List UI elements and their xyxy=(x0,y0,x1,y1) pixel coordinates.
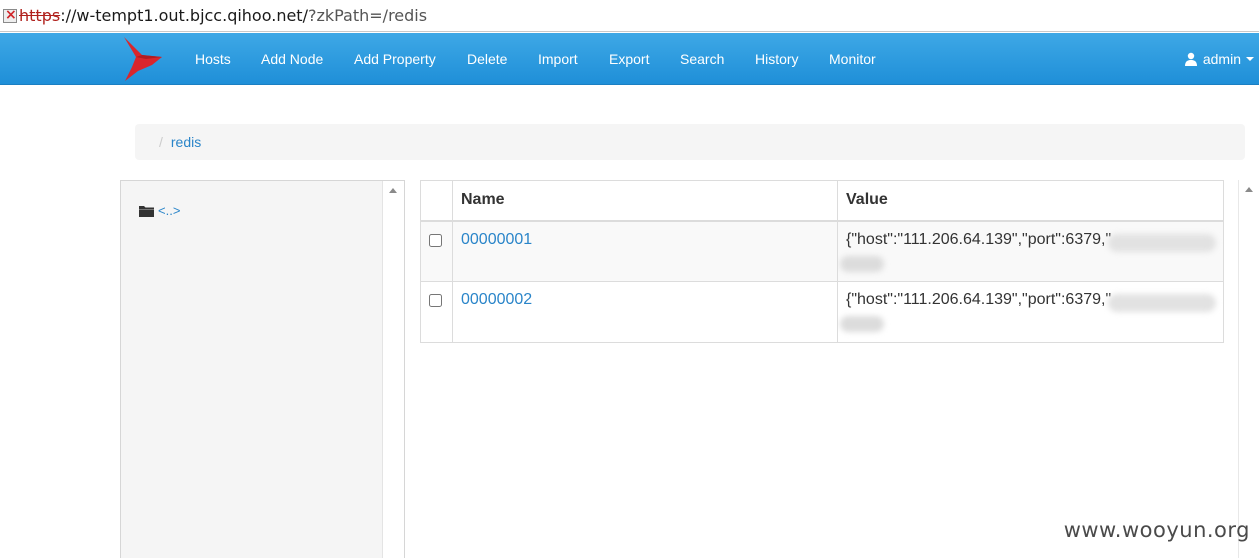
header-value: Value xyxy=(837,180,1224,222)
name-cell: 00000002 xyxy=(452,281,838,343)
nav-search[interactable]: Search xyxy=(680,33,724,85)
page: × https://w-tempt1.out.bjcc.qihoo.net/?z… xyxy=(0,0,1259,558)
url-query: ?zkPath=/redis xyxy=(307,6,428,25)
tree-item-label: <..> xyxy=(158,203,181,218)
bird-logo-icon[interactable] xyxy=(122,35,168,83)
nav-export[interactable]: Export xyxy=(609,33,649,85)
row-select-cell xyxy=(420,220,453,282)
node-value: {"host":"111.206.64.139","port":6379," xyxy=(846,291,1112,308)
tree-item-parent[interactable]: <..> xyxy=(139,203,180,218)
certificate-error-icon[interactable]: × xyxy=(3,7,17,23)
nav-hosts[interactable]: Hosts xyxy=(195,33,231,85)
node-value: {"host":"111.206.64.139","port":6379," xyxy=(846,230,1112,248)
row-select-cell xyxy=(420,281,453,343)
tree-scrollbar[interactable] xyxy=(382,181,404,558)
nav-add-node[interactable]: Add Node xyxy=(261,33,323,85)
user-name: admin xyxy=(1202,51,1241,67)
user-icon xyxy=(1184,52,1197,66)
node-name-link[interactable]: 00000001 xyxy=(461,231,532,248)
value-cell: {"host":"111.206.64.139","port":6379," xyxy=(837,281,1224,343)
nav-import[interactable]: Import xyxy=(538,33,578,85)
redacted-region xyxy=(1108,233,1216,252)
nav-monitor[interactable]: Monitor xyxy=(829,33,876,85)
header-name: Name xyxy=(452,180,838,222)
node-tree-panel: <..> xyxy=(120,180,405,558)
browser-address-bar[interactable]: × https://w-tempt1.out.bjcc.qihoo.net/?z… xyxy=(0,0,1259,32)
table-header-row: Name Value xyxy=(420,180,1224,222)
table-row: 00000002 {"host":"111.206.64.139","port"… xyxy=(420,281,1224,343)
folder-icon xyxy=(139,205,154,217)
nav-delete[interactable]: Delete xyxy=(467,33,507,85)
breadcrumb: / redis xyxy=(135,124,1245,160)
url-host: ://w-tempt1.out.bjcc.qihoo.net/ xyxy=(60,6,308,25)
watermark: www.wooyun.org xyxy=(1063,518,1250,542)
redacted-region xyxy=(840,255,884,272)
top-navbar: Hosts Add Node Add Property Delete Impor… xyxy=(0,33,1259,85)
user-menu[interactable]: admin xyxy=(1184,33,1254,85)
nav-history[interactable]: History xyxy=(755,33,799,85)
properties-table: Name Value 00000001 {"host":"111.206.64.… xyxy=(420,180,1224,343)
page-scrollbar[interactable] xyxy=(1238,180,1259,558)
breadcrumb-item-redis[interactable]: redis xyxy=(171,134,201,150)
nav-add-property[interactable]: Add Property xyxy=(354,33,436,85)
scroll-up-arrow-icon[interactable] xyxy=(1245,187,1253,192)
header-select xyxy=(420,180,453,222)
breadcrumb-separator: / xyxy=(159,134,163,150)
value-cell: {"host":"111.206.64.139","port":6379," xyxy=(837,220,1224,282)
url-text[interactable]: https://w-tempt1.out.bjcc.qihoo.net/?zkP… xyxy=(19,6,427,25)
url-scheme: https xyxy=(19,6,61,25)
row-checkbox[interactable] xyxy=(429,294,442,307)
redacted-region xyxy=(1108,294,1216,312)
node-name-link[interactable]: 00000002 xyxy=(461,291,532,308)
caret-down-icon xyxy=(1246,57,1254,61)
row-checkbox[interactable] xyxy=(429,233,442,247)
redacted-region xyxy=(840,316,884,332)
table-row: 00000001 {"host":"111.206.64.139","port"… xyxy=(420,220,1224,282)
scroll-up-arrow-icon[interactable] xyxy=(389,188,397,193)
name-cell: 00000001 xyxy=(452,220,838,282)
